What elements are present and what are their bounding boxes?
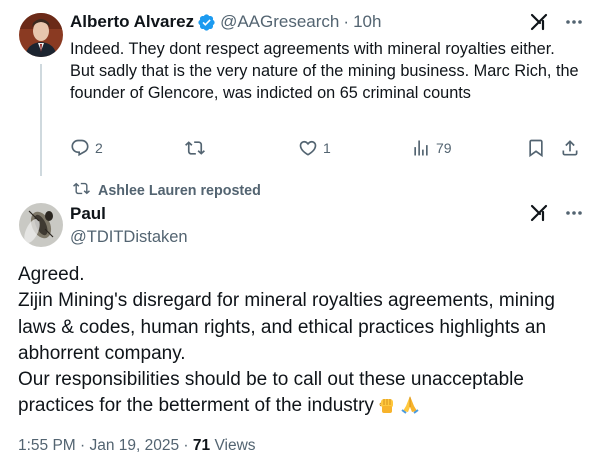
main-text-line: Agreed. xyxy=(18,264,85,285)
reply-button[interactable]: 2 xyxy=(70,138,103,158)
like-button[interactable]: 1 xyxy=(298,138,331,158)
main-text-line: Our responsibilities should be to call o… xyxy=(18,369,524,417)
avatar[interactable] xyxy=(19,13,63,57)
author-handle[interactable]: @AAGresearch xyxy=(220,11,339,33)
avatar[interactable] xyxy=(19,203,63,247)
like-icon xyxy=(298,138,318,158)
grok-icon[interactable] xyxy=(529,12,549,37)
author-name[interactable]: Alberto Alvarez xyxy=(70,11,194,33)
reply-count: 2 xyxy=(95,140,103,156)
main-text-line-last: Our responsibilities should be to call o… xyxy=(18,367,588,423)
main-tweet-text: Agreed. Zijin Mining's disregard for min… xyxy=(18,262,588,423)
reply-author-row: Alberto Alvarez @AAGresearch · 10h xyxy=(70,11,381,33)
tweet-meta: 1:55 PM · Jan 19, 2025 · 71 Views xyxy=(18,437,256,455)
bookmark-button[interactable] xyxy=(526,138,546,158)
views-button[interactable]: 79 xyxy=(411,138,452,158)
bookmark-icon xyxy=(526,138,546,158)
views-icon xyxy=(411,138,431,158)
repost-icon xyxy=(185,138,205,158)
reply-icon xyxy=(70,138,90,158)
reply-top-actions xyxy=(529,12,583,37)
reply-text-line: But sadly that is the very nature of the… xyxy=(70,62,579,102)
reply-action-bar: 2 1 79 xyxy=(70,138,590,162)
grok-icon[interactable] xyxy=(529,203,549,228)
author-name[interactable]: Paul xyxy=(70,203,106,225)
timestamp[interactable]: 1:55 PM · Jan 19, 2025 · xyxy=(18,437,189,454)
reply-text-line: Indeed. They dont respect agreements wit… xyxy=(70,40,555,58)
main-top-actions xyxy=(529,203,583,228)
reply-tweet-text: Indeed. They dont respect agreements wit… xyxy=(70,38,590,104)
views-count: 79 xyxy=(436,140,452,156)
like-count: 1 xyxy=(323,140,331,156)
more-icon[interactable] xyxy=(565,204,583,227)
views-count: 71 xyxy=(192,437,211,454)
timestamp[interactable]: 10h xyxy=(353,11,381,33)
share-icon xyxy=(560,138,580,158)
repost-button[interactable] xyxy=(185,138,210,158)
verified-badge-icon xyxy=(197,13,216,32)
author-handle[interactable]: @TDITDistaken xyxy=(70,226,188,248)
share-button[interactable] xyxy=(560,138,580,158)
more-icon[interactable] xyxy=(565,13,583,36)
folded-hands-emoji xyxy=(400,394,420,422)
repost-banner: Ashlee Lauren reposted xyxy=(73,180,261,201)
views-label: Views xyxy=(214,437,256,454)
repost-banner-text[interactable]: Ashlee Lauren reposted xyxy=(98,183,261,199)
thread-line xyxy=(40,64,42,176)
separator: · xyxy=(343,12,350,31)
main-text-line: Zijin Mining's disregard for mineral roy… xyxy=(18,290,555,364)
repost-banner-icon xyxy=(73,180,90,201)
raised-fist-emoji xyxy=(377,394,397,422)
